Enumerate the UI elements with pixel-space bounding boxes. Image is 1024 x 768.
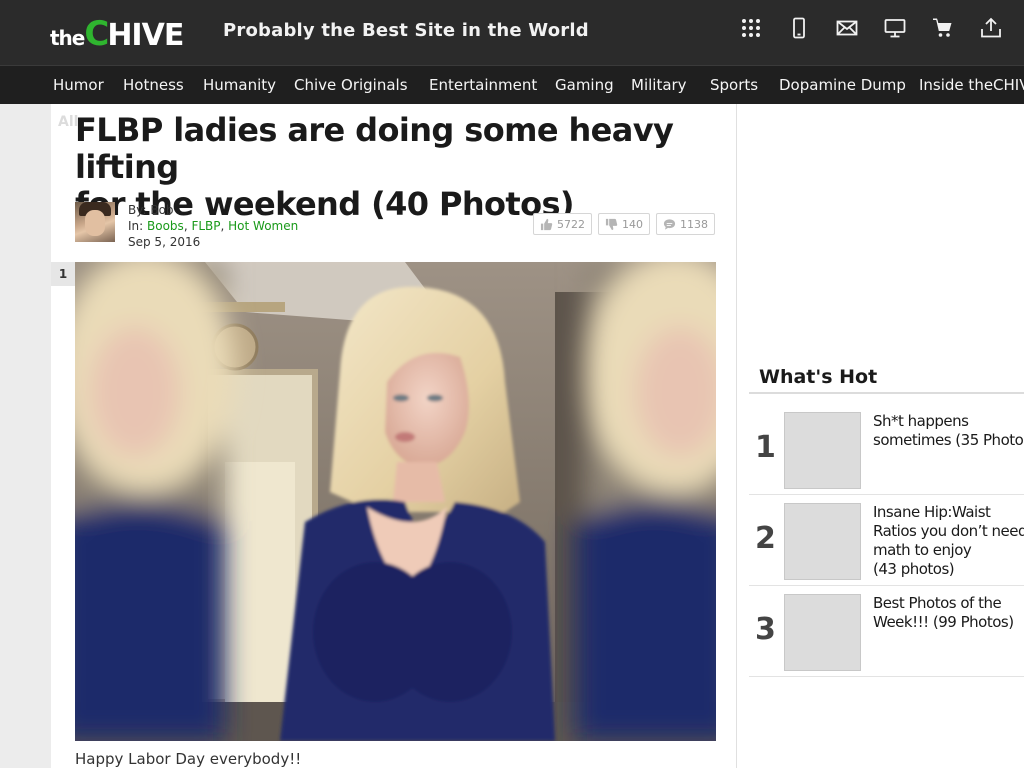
dislike-count: 140 xyxy=(622,217,643,231)
hot-item-title-line: math to enjoy xyxy=(873,541,972,559)
publish-date: Sep 5, 2016 xyxy=(128,235,201,249)
nav-item-entertainment[interactable]: Entertainment xyxy=(429,76,537,94)
category-prefix: In: xyxy=(128,219,144,233)
header-icon-bar xyxy=(740,17,1002,39)
nav-item-humor[interactable]: Humor xyxy=(53,76,104,94)
site-logo[interactable]: the C HIVE xyxy=(50,14,184,54)
hot-thumbnail[interactable] xyxy=(784,503,861,580)
hot-item-title[interactable]: Sh*t happens sometimes (35 Photos) xyxy=(873,412,1024,450)
nav-item-sports[interactable]: Sports xyxy=(710,76,758,94)
author-name: Bob xyxy=(150,203,174,217)
hot-item-title[interactable]: Insane Hip:Waist Ratios you don’t need m… xyxy=(873,503,1024,579)
article-title-line-1: FLBP ladies are doing some heavy lifting xyxy=(75,111,674,186)
hot-item-2[interactable]: 2 Insane Hip:Waist Ratios you don’t need… xyxy=(749,495,1024,586)
apps-grid-icon[interactable] xyxy=(740,17,762,39)
like-count: 5722 xyxy=(557,217,585,231)
site-tagline: Probably the Best Site in the World xyxy=(223,20,589,41)
nav-item-inside-thechive[interactable]: Inside theCHIVE xyxy=(919,76,1024,94)
left-gutter xyxy=(0,104,51,768)
comment-bubble-icon xyxy=(663,218,676,230)
right-sidebar: What's Hot 1 Sh*t happens sometimes (35 … xyxy=(737,104,1024,768)
article-photo[interactable] xyxy=(75,262,716,741)
byline-prefix: By: xyxy=(128,203,147,217)
tag-link-hot-women[interactable]: Hot Women xyxy=(228,219,298,233)
nav-item-hotness[interactable]: Hotness xyxy=(123,76,184,94)
comment-count: 1138 xyxy=(680,217,708,231)
dislike-button[interactable]: 140 xyxy=(598,213,650,235)
mobile-phone-icon[interactable] xyxy=(788,17,810,39)
hot-item-title[interactable]: Best Photos of the Week!!! (99 Photos) xyxy=(873,594,1024,632)
tag-link-flbp[interactable]: FLBP xyxy=(191,219,220,233)
logo-the: the xyxy=(50,26,85,50)
photo-number-badge: 1 xyxy=(51,262,75,286)
byline: By: Bob xyxy=(128,202,298,218)
hot-item-title-line: Insane Hip:Waist xyxy=(873,503,991,521)
shopping-cart-icon[interactable] xyxy=(932,17,954,39)
like-button[interactable]: 5722 xyxy=(533,213,592,235)
hot-thumbnail[interactable] xyxy=(784,594,861,671)
article-meta: By: Bob In: Boobs, FLBP, Hot Women Sep 5… xyxy=(128,202,298,250)
photo-caption: Happy Labor Day everybody!! xyxy=(75,750,302,768)
hot-item-title-line: Best Photos of the xyxy=(873,594,1002,612)
tag-link-boobs[interactable]: Boobs xyxy=(147,219,184,233)
category-line: In: Boobs, FLBP, Hot Women xyxy=(128,219,299,233)
nav-item-gaming[interactable]: Gaming xyxy=(555,76,614,94)
nav-item-chive-originals[interactable]: Chive Originals xyxy=(294,76,408,94)
photo-illustration xyxy=(75,262,716,741)
hot-item-title-line: Ratios you don’t need xyxy=(873,522,1024,540)
hot-rank: 2 xyxy=(755,521,776,556)
thumbs-down-icon xyxy=(605,218,618,230)
whats-hot-divider xyxy=(749,392,1024,394)
hot-item-title-line: sometimes (35 Photos) xyxy=(873,431,1024,449)
hot-item-title-line: Week!!! (99 Photos) xyxy=(873,613,1014,631)
article-stats: 5722 140 1138 xyxy=(533,213,715,235)
logo-c: C xyxy=(84,14,109,54)
whats-hot-heading: What's Hot xyxy=(759,366,878,388)
upload-icon[interactable] xyxy=(980,17,1002,39)
author-avatar[interactable] xyxy=(75,202,115,242)
hot-item-title-line: Sh*t happens xyxy=(873,412,969,430)
nav-item-military[interactable]: Military xyxy=(631,76,687,94)
top-header: the C HIVE Probably the Best Site in the W… xyxy=(0,0,1024,65)
thumbs-up-icon xyxy=(540,218,553,230)
category-nav: Humor Hotness Humanity Chive Originals E… xyxy=(0,65,1024,104)
nav-item-humanity[interactable]: Humanity xyxy=(203,76,276,94)
article-column: All FLBP ladies are doing some heavy lif… xyxy=(51,104,737,768)
hot-rank: 1 xyxy=(755,430,776,465)
desktop-icon[interactable] xyxy=(884,17,906,39)
logo-hive: HIVE xyxy=(107,18,184,53)
hot-item-1[interactable]: 1 Sh*t happens sometimes (35 Photos) xyxy=(749,404,1024,495)
hot-thumbnail[interactable] xyxy=(784,412,861,489)
mail-icon[interactable] xyxy=(836,17,858,39)
avatar-face xyxy=(85,210,105,236)
comments-button[interactable]: 1138 xyxy=(656,213,715,235)
hot-rank: 3 xyxy=(755,612,776,647)
hot-item-title-line: (43 photos) xyxy=(873,560,955,578)
nav-item-dopamine-dump[interactable]: Dopamine Dump xyxy=(779,76,906,94)
hot-item-3[interactable]: 3 Best Photos of the Week!!! (99 Photos) xyxy=(749,586,1024,677)
